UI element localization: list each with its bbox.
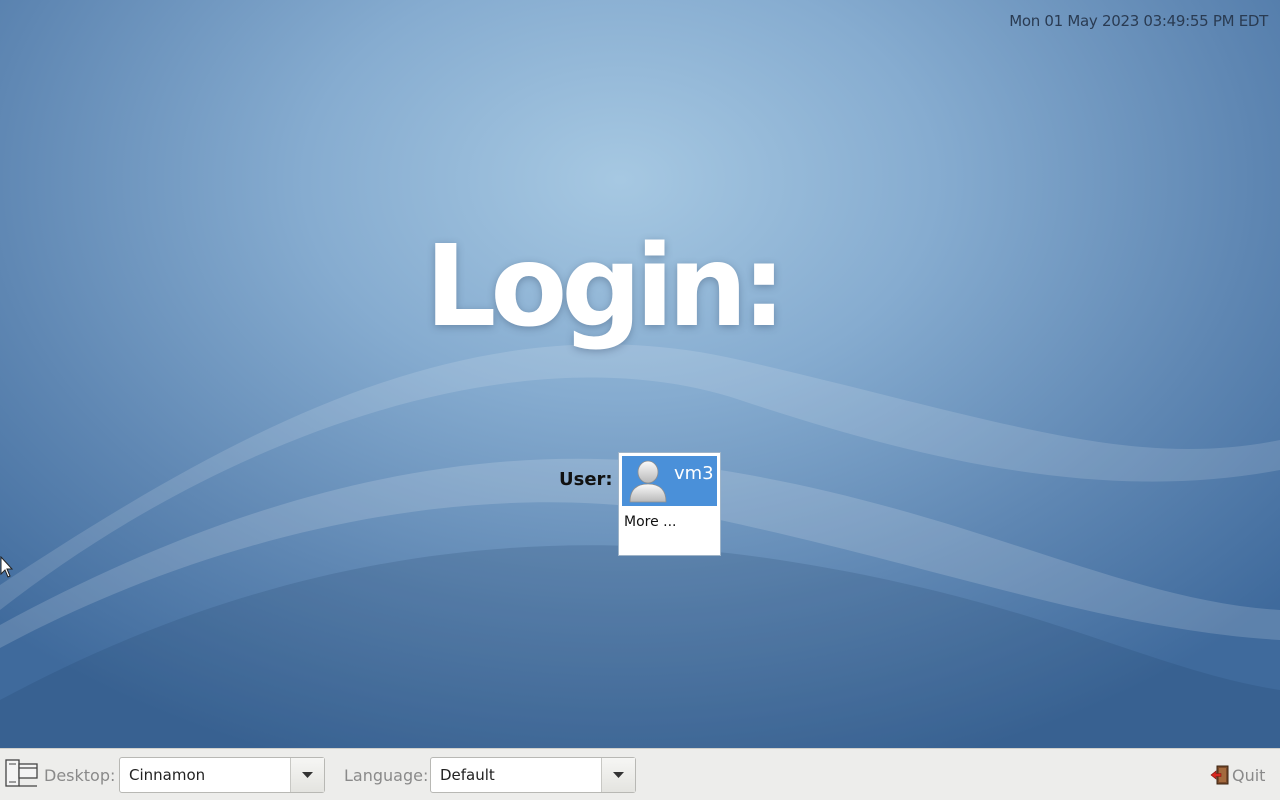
desktop-session-value: Cinnamon (129, 766, 206, 784)
user-name: vm3 (674, 463, 714, 484)
desktop-label: Desktop: (44, 766, 116, 785)
user-silhouette-icon (629, 460, 667, 503)
triangle-down-icon (613, 772, 624, 778)
desktop-dropdown-button[interactable] (290, 758, 324, 792)
background-wave-decoration (0, 344, 1280, 748)
bottom-toolbar: Desktop: Cinnamon Language: Default Quit (0, 748, 1280, 800)
language-dropdown-button[interactable] (601, 758, 635, 792)
language-select[interactable]: Default (430, 757, 636, 793)
desktop-session-select[interactable]: Cinnamon (119, 757, 325, 793)
session-windows-icon (5, 759, 38, 787)
login-screen: Mon 01 May 2023 03:49:55 PM EDT Login: U… (0, 0, 1280, 800)
clock-display: Mon 01 May 2023 03:49:55 PM EDT (1009, 12, 1268, 30)
quit-label: Quit (1232, 766, 1266, 785)
language-label: Language: (344, 766, 429, 785)
login-title: Login: (425, 222, 786, 352)
quit-button[interactable]: Quit (1210, 763, 1268, 787)
user-list[interactable]: vm3 More ... (618, 452, 721, 556)
mouse-pointer-icon (0, 556, 14, 578)
exit-door-icon (1210, 765, 1229, 785)
language-value: Default (440, 766, 495, 784)
more-users-item[interactable]: More ... (624, 512, 714, 532)
user-item-vm3[interactable]: vm3 (622, 456, 717, 506)
triangle-down-icon (302, 772, 313, 778)
user-label: User: (559, 469, 613, 490)
